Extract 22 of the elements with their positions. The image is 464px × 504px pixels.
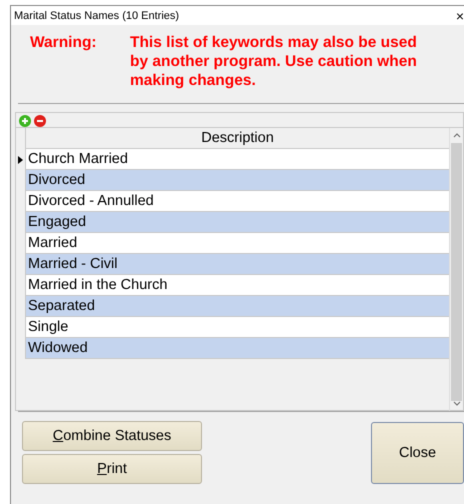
close-button[interactable]: Close — [371, 422, 464, 484]
table-cell[interactable]: Engaged — [26, 212, 449, 233]
action-button[interactable]: Combine Statuses — [22, 421, 202, 451]
remove-icon[interactable] — [34, 115, 46, 127]
table-cell[interactable]: Married — [26, 233, 449, 254]
action-button[interactable]: Print — [22, 454, 202, 484]
table-cell[interactable]: Divorced - Annulled — [26, 191, 449, 212]
scroll-down-icon[interactable] — [452, 401, 460, 406]
table-cell[interactable]: Separated — [26, 296, 449, 317]
table-cell[interactable]: Married in the Church — [26, 275, 449, 296]
table-cell[interactable]: Married - Civil — [26, 254, 449, 275]
window-title: Marital Status Names (10 Entries) — [13, 10, 180, 22]
close-icon[interactable]: × — [456, 8, 464, 24]
scroll-up-icon[interactable] — [452, 133, 460, 138]
warning-text: This list of keywords may also be used by another program. Use caution when making changes. — [130, 33, 418, 91]
table-cell[interactable]: Church Married — [26, 149, 449, 170]
table-cell[interactable]: Divorced — [26, 170, 449, 191]
table-cell[interactable]: Widowed — [26, 338, 449, 359]
warning-label: Warning: — [30, 33, 98, 53]
add-icon[interactable] — [19, 115, 31, 127]
scrollbar[interactable] — [449, 128, 463, 411]
table-cell[interactable]: Single — [26, 317, 449, 338]
